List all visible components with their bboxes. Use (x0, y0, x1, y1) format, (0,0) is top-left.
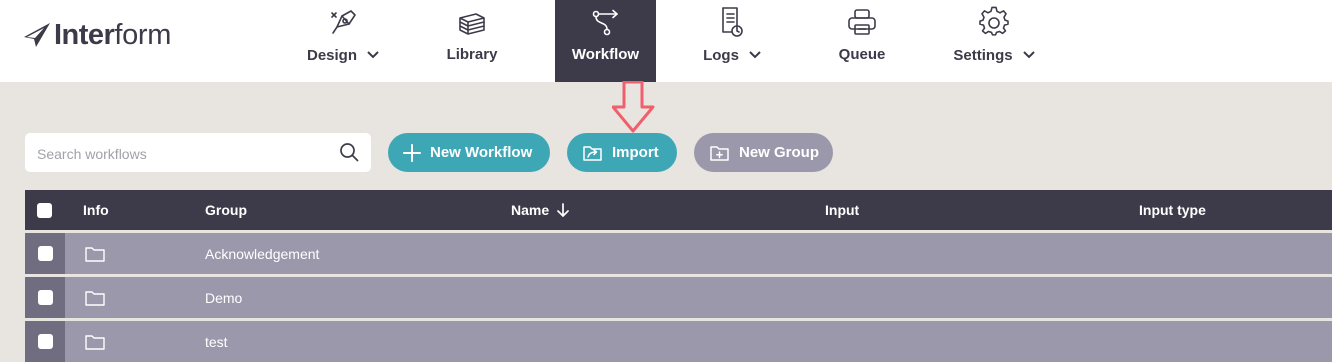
search-workflows-box[interactable] (25, 133, 371, 174)
search-icon[interactable] (339, 142, 359, 167)
nav-workflow-label: Workflow (571, 46, 640, 63)
column-header-name-label: Name (511, 202, 550, 218)
column-header-input-type[interactable]: Input type (1139, 190, 1206, 230)
row-checkbox[interactable] (25, 277, 65, 318)
logo-mark-icon (24, 23, 50, 47)
nav-logs-label: Logs (703, 46, 739, 64)
table-header: Info Group Name Input Input type (25, 190, 1332, 230)
nav-logs[interactable]: Logs (700, 0, 764, 82)
row-checkbox[interactable] (25, 233, 65, 274)
pen-nib-icon (328, 6, 358, 38)
top-navigation-bar: Inter form Design Library Workflow Logs … (0, 0, 1332, 82)
table-row[interactable]: Demo (25, 277, 1332, 318)
chevron-down-icon (749, 46, 761, 64)
nav-library-label: Library (446, 46, 498, 63)
import-label: Import (612, 144, 659, 161)
folder-icon (85, 233, 105, 274)
column-header-name[interactable]: Name (511, 190, 569, 230)
log-document-clock-icon (718, 6, 746, 38)
search-input[interactable] (35, 133, 329, 174)
chevron-down-icon (1022, 46, 1035, 64)
table-row[interactable]: Acknowledgement (25, 233, 1332, 274)
nav-workflow[interactable]: Workflow (555, 0, 656, 82)
folder-plus-icon (710, 144, 730, 162)
nav-queue-label: Queue (838, 46, 886, 63)
folder-icon (85, 321, 105, 362)
chevron-down-icon (367, 46, 379, 64)
new-group-label: New Group (739, 144, 820, 161)
nav-settings[interactable]: Settings (946, 0, 1042, 82)
table-row[interactable]: test (25, 321, 1332, 362)
interform-logo[interactable]: Inter form (24, 18, 171, 52)
sort-arrow-down-icon[interactable] (557, 203, 569, 217)
import-folder-icon (583, 144, 603, 162)
nav-settings-label: Settings (953, 46, 1013, 64)
row-checkbox[interactable] (25, 321, 65, 362)
logo-text-bold: Inter (54, 18, 115, 51)
nav-design[interactable]: Design (296, 0, 390, 82)
row-group-name: Acknowledgement (205, 245, 320, 262)
new-workflow-label: New Workflow (430, 144, 533, 161)
row-group-name: test (205, 333, 228, 350)
row-group-name: Demo (205, 289, 243, 306)
new-group-button[interactable]: New Group (694, 133, 833, 172)
printer-icon (846, 6, 878, 38)
folder-icon (85, 277, 105, 318)
books-stack-icon (456, 6, 488, 38)
nav-queue[interactable]: Queue (832, 0, 892, 82)
column-header-info[interactable]: Info (83, 190, 109, 230)
logo-text-thin: form (114, 18, 172, 51)
select-all-checkbox[interactable] (37, 190, 52, 230)
plus-icon (403, 143, 421, 162)
nav-library[interactable]: Library (436, 0, 508, 82)
import-button[interactable]: Import (567, 133, 677, 172)
column-header-input[interactable]: Input (825, 190, 859, 230)
column-header-group[interactable]: Group (205, 190, 247, 230)
new-workflow-button[interactable]: New Workflow (388, 133, 550, 172)
red-down-arrow-annotation-icon (612, 81, 655, 133)
gear-icon (978, 6, 1010, 38)
workflow-branch-icon (590, 6, 622, 38)
nav-design-label: Design (306, 46, 357, 64)
